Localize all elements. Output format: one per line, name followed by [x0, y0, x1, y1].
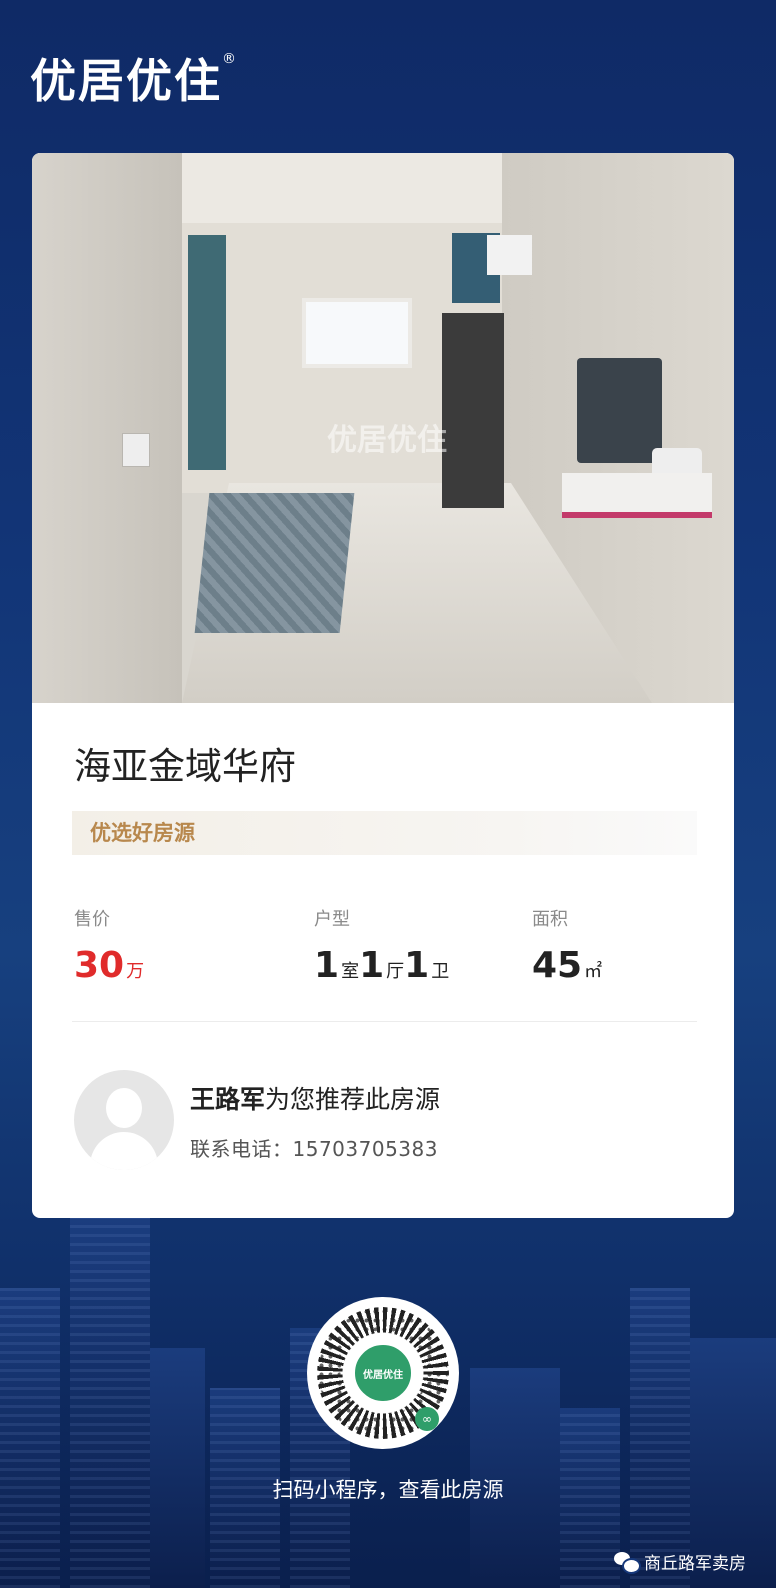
listing-card[interactable]: 优居优住 海亚金域华府 优选好房源 售价 30 万 户型 1 室1 厅1 卫 面积 45… — [32, 153, 734, 1218]
bath-count: 1 — [404, 945, 430, 986]
account-name: 商丘路军卖房 — [644, 1554, 746, 1574]
bath-unit: 卫 — [431, 961, 450, 982]
price-value: 30 万 — [74, 945, 144, 986]
registered-mark: ® — [222, 51, 238, 67]
quality-tag: 优选好房源 — [72, 811, 697, 855]
hall-count: 1 — [359, 945, 385, 986]
agent-phone-line[interactable]: 联系电话：15703705383 — [190, 1133, 438, 1162]
phone-number[interactable]: 15703705383 — [293, 1137, 438, 1161]
avatar-body-icon — [90, 1132, 158, 1170]
brand-logo: 优居优住® — [30, 45, 238, 111]
hall-unit: 厅 — [386, 961, 405, 982]
area-stat: 面积 45 ㎡ — [532, 905, 602, 986]
listing-title: 海亚金域华府 — [74, 745, 296, 788]
phone-label: 联系电话： — [190, 1137, 293, 1161]
room-count: 1 — [314, 945, 340, 986]
avatar-head-icon — [106, 1088, 142, 1128]
recommend-text: 为您推荐此房源 — [265, 1085, 441, 1114]
brand-logo-text: 优居优住 — [30, 54, 222, 108]
area-number: 45 — [532, 945, 583, 986]
divider — [72, 1021, 697, 1022]
agent-name: 王路军 — [190, 1085, 266, 1114]
price-label: 售价 — [74, 909, 110, 930]
room-unit: 室 — [341, 961, 360, 982]
price-stat: 售价 30 万 — [74, 905, 144, 986]
photo-watermark: 优居优住 — [327, 423, 447, 458]
wechat-icon — [614, 1551, 641, 1574]
agent-avatar[interactable] — [74, 1070, 174, 1170]
mini-program-qr-code[interactable]: 优居优住 ∞ — [307, 1297, 459, 1449]
qr-caption: 扫码小程序，查看此房源 — [272, 1478, 504, 1502]
footer-account: 商丘路军卖房 — [614, 1549, 746, 1574]
price-number: 30 — [74, 945, 125, 986]
layout-label: 户型 — [314, 909, 350, 930]
layout-value: 1 室1 厅1 卫 — [314, 945, 449, 986]
area-value: 45 ㎡ — [532, 945, 602, 986]
qr-center-logo: 优居优住 — [351, 1341, 415, 1405]
agent-recommendation: 王路军为您推荐此房源 — [190, 1080, 440, 1116]
layout-stat: 户型 1 室1 厅1 卫 — [314, 905, 449, 986]
area-unit: ㎡ — [584, 961, 603, 982]
mini-program-icon: ∞ — [415, 1407, 439, 1431]
area-label: 面积 — [532, 909, 568, 930]
price-unit: 万 — [126, 961, 145, 982]
listing-photo[interactable]: 优居优住 — [32, 153, 734, 703]
